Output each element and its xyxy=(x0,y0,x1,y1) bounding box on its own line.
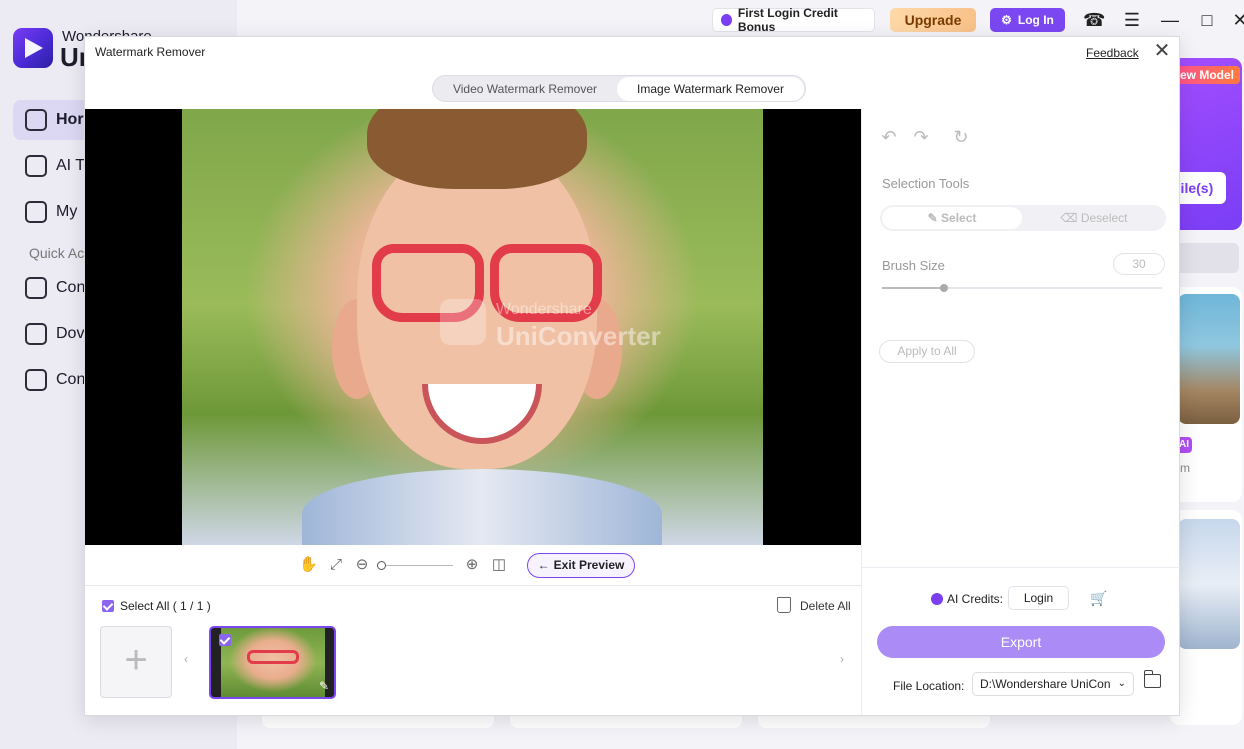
image-preview-canvas[interactable]: Wondershare UniConverter xyxy=(85,109,861,545)
remover-mode-tabs: Video Watermark Remover Image Watermark … xyxy=(432,75,806,102)
close-window-icon[interactable]: ✕ xyxy=(1230,10,1244,30)
select-all-checkbox[interactable] xyxy=(102,600,114,612)
minimize-icon[interactable]: — xyxy=(1160,10,1180,30)
select-label: Select xyxy=(941,211,977,225)
dialog-title: Watermark Remover xyxy=(95,45,206,59)
converter-icon xyxy=(25,277,47,299)
ai-credits-icon xyxy=(931,593,943,605)
search-strip xyxy=(1170,243,1239,273)
preview-photo: Wondershare UniConverter xyxy=(182,109,763,545)
photo-shape xyxy=(302,469,662,545)
file-location-select[interactable]: D:\Wondershare UniCon ⌄ xyxy=(972,672,1134,696)
bonus-label: First Login Credit Bonus xyxy=(737,6,838,34)
compare-icon[interactable]: ◫ xyxy=(490,556,508,574)
my-files-icon xyxy=(25,201,47,223)
file-location-label: File Location: xyxy=(893,679,965,693)
headset-icon[interactable]: ☎ xyxy=(1083,10,1105,30)
credits-login-button[interactable]: Login xyxy=(1008,586,1069,610)
scroll-right-icon[interactable]: › xyxy=(840,652,844,666)
sidebar-item-label: Dov xyxy=(56,325,85,342)
brush-size-value[interactable]: 30 xyxy=(1113,253,1165,275)
brush-size-slider-fill xyxy=(882,287,944,289)
zoom-slider-track[interactable] xyxy=(385,565,453,566)
sidebar-item-label: My xyxy=(56,203,78,220)
folder-icon[interactable] xyxy=(1143,670,1161,688)
cart-icon[interactable]: 🛒 xyxy=(1090,590,1108,606)
quick-access-heading: Quick Ac xyxy=(29,245,85,261)
sidebar-item-label: Con xyxy=(56,371,86,388)
preview-toolbar: ✋ ⤢ ⊖ ⊕ ◫ ← Exit Preview xyxy=(85,545,861,585)
feedback-link[interactable]: Feedback xyxy=(1086,46,1139,60)
card-edge xyxy=(758,716,990,728)
watermark-remover-dialog: Watermark Remover Feedback ✕ Video Water… xyxy=(84,36,1180,716)
exit-preview-label: Exit Preview xyxy=(553,558,625,572)
feature-card-text: m xyxy=(1180,461,1190,475)
selection-tools-heading: Selection Tools xyxy=(882,176,970,191)
trash-icon[interactable] xyxy=(777,597,791,613)
user-icon: ⚙ xyxy=(1001,13,1012,27)
selection-mode-toggle: ✎ Select ⌫ Deselect xyxy=(880,205,1166,231)
file-location-value: D:\Wondershare UniCon xyxy=(980,677,1111,691)
upgrade-button[interactable]: Upgrade xyxy=(890,8,976,32)
zoom-out-icon[interactable]: ⊖ xyxy=(353,556,371,574)
sidebar-item-label: Con xyxy=(56,279,86,296)
export-button[interactable]: Export xyxy=(877,626,1165,658)
brush-size-slider-handle[interactable] xyxy=(940,284,948,292)
add-file-button[interactable]: + xyxy=(100,626,172,698)
tab-image-watermark-remover[interactable]: Image Watermark Remover xyxy=(617,77,804,101)
photo-shape xyxy=(367,109,587,189)
eraser-icon: ⌫ xyxy=(1060,211,1081,225)
divider xyxy=(862,567,1180,568)
compressor-icon xyxy=(25,369,47,391)
downloader-icon xyxy=(25,323,47,345)
apply-to-all-button[interactable]: Apply to All xyxy=(879,340,975,363)
delete-all-button[interactable]: Delete All xyxy=(800,599,851,613)
maximize-icon[interactable]: □ xyxy=(1197,10,1217,30)
sidebar-item-label: Hor xyxy=(56,111,84,128)
undo-icon[interactable]: ↶ xyxy=(879,127,899,147)
brush-icon: ✎ xyxy=(319,679,330,693)
scroll-left-icon[interactable]: ‹ xyxy=(184,652,188,666)
exit-preview-button[interactable]: ← Exit Preview xyxy=(527,553,635,578)
menu-icon[interactable]: ☰ xyxy=(1122,10,1142,30)
file-list-panel: Select All ( 1 / 1 ) Delete All + ‹ ✎ › xyxy=(85,585,861,717)
close-icon[interactable]: ✕ xyxy=(1152,41,1172,61)
log-in-label: Log In xyxy=(1017,13,1054,27)
watermark-overlay: Wondershare UniConverter xyxy=(496,297,661,349)
zoom-in-icon[interactable]: ⊕ xyxy=(463,556,481,574)
zoom-slider-handle[interactable] xyxy=(377,561,386,570)
credit-icon xyxy=(721,14,732,26)
hand-icon[interactable]: ✋ xyxy=(299,556,318,574)
deselect-label: Deselect xyxy=(1080,211,1128,225)
brush-size-label: Brush Size xyxy=(882,258,945,273)
select-all-label[interactable]: Select All ( 1 / 1 ) xyxy=(120,599,211,613)
redo-icon[interactable]: ↷ xyxy=(911,127,931,147)
tab-video-watermark-remover[interactable]: Video Watermark Remover xyxy=(437,77,613,101)
brush-icon: ✎ xyxy=(927,211,942,225)
watermark-line2: UniConverter xyxy=(496,321,661,351)
brush-size-slider[interactable] xyxy=(882,284,1162,292)
landscape-thumbnail xyxy=(1178,294,1240,424)
chevron-down-icon: ⌄ xyxy=(1117,678,1126,689)
fit-screen-icon[interactable]: ⤢ xyxy=(327,556,345,574)
watermark-logo xyxy=(440,299,486,345)
deselect-button[interactable]: ⌫ Deselect xyxy=(1024,207,1164,229)
home-icon xyxy=(25,109,47,131)
ai-tools-icon xyxy=(25,155,47,177)
card-edge xyxy=(510,716,742,728)
select-button[interactable]: ✎ Select xyxy=(882,207,1022,229)
app-logo xyxy=(13,28,53,68)
snow-thumbnail xyxy=(1178,519,1240,649)
photo-shape xyxy=(247,650,299,664)
settings-panel: ↶ ↷ ↻ Selection Tools ✎ Select ⌫ Deselec… xyxy=(861,109,1180,715)
arrow-left-icon: ← xyxy=(537,558,550,572)
log-in-button[interactable]: ⚙ Log In xyxy=(990,8,1065,32)
file-thumbnail[interactable]: ✎ xyxy=(209,626,336,699)
first-login-bonus-button[interactable]: First Login Credit Bonus xyxy=(712,6,875,34)
watermark-line1: Wondershare xyxy=(496,301,592,318)
file-checkbox[interactable] xyxy=(219,634,231,646)
ai-credits-label: AI Credits: xyxy=(947,592,1004,606)
card-edge xyxy=(262,716,494,728)
reset-icon[interactable]: ↻ xyxy=(951,127,971,147)
